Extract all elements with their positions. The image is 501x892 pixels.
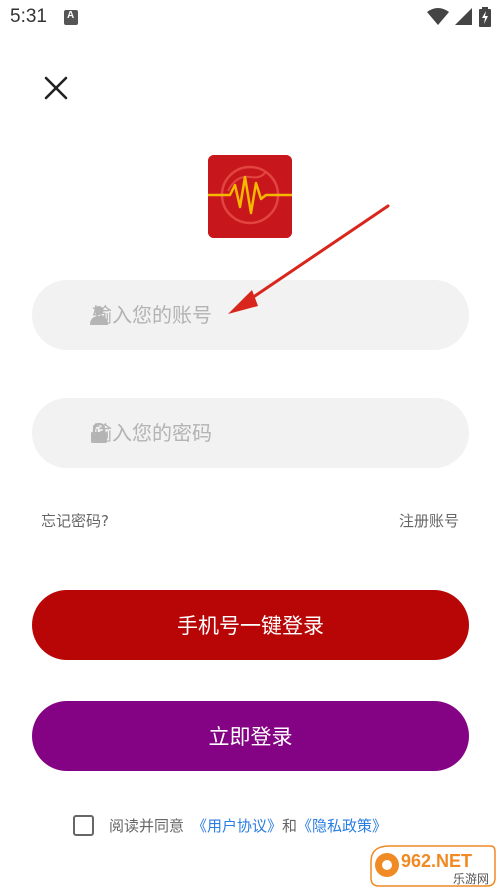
a-notification-icon [64, 10, 78, 25]
status-bar: 5:31 [0, 0, 501, 36]
watermark-main-text: 962.NET [401, 851, 472, 871]
password-field[interactable] [32, 398, 469, 468]
account-input[interactable] [92, 280, 452, 350]
wifi-icon [427, 8, 449, 25]
forgot-password-link[interactable]: 忘记密码? [41, 510, 109, 531]
status-time: 5:31 [10, 6, 47, 27]
heartbeat-logo-icon [208, 155, 292, 238]
watermark-sub-text: 乐游网 [453, 872, 489, 886]
agreement-conjunction: 和 [282, 816, 298, 835]
agreement-row: 阅读并同意 《用户协议》 和 《隐私政策》 [73, 813, 387, 837]
login-button[interactable]: 立即登录 [32, 701, 469, 771]
agreement-prefix: 阅读并同意 [109, 816, 185, 835]
close-icon [44, 76, 68, 100]
status-icons [427, 7, 491, 27]
watermark-logo: 962.NET 乐游网 [365, 842, 497, 888]
register-account-link[interactable]: 注册账号 [399, 510, 459, 531]
signal-icon [455, 8, 472, 25]
password-input[interactable] [92, 398, 452, 468]
user-agreement-link[interactable]: 《用户协议》 [192, 815, 282, 836]
battery-charging-icon [479, 7, 491, 27]
agreement-checkbox[interactable] [73, 814, 94, 836]
close-button[interactable] [40, 72, 72, 104]
privacy-policy-link[interactable]: 《隐私政策》 [297, 815, 387, 836]
app-logo [208, 155, 292, 238]
phone-one-click-login-button[interactable]: 手机号一键登录 [32, 590, 469, 660]
account-field[interactable] [32, 280, 469, 350]
